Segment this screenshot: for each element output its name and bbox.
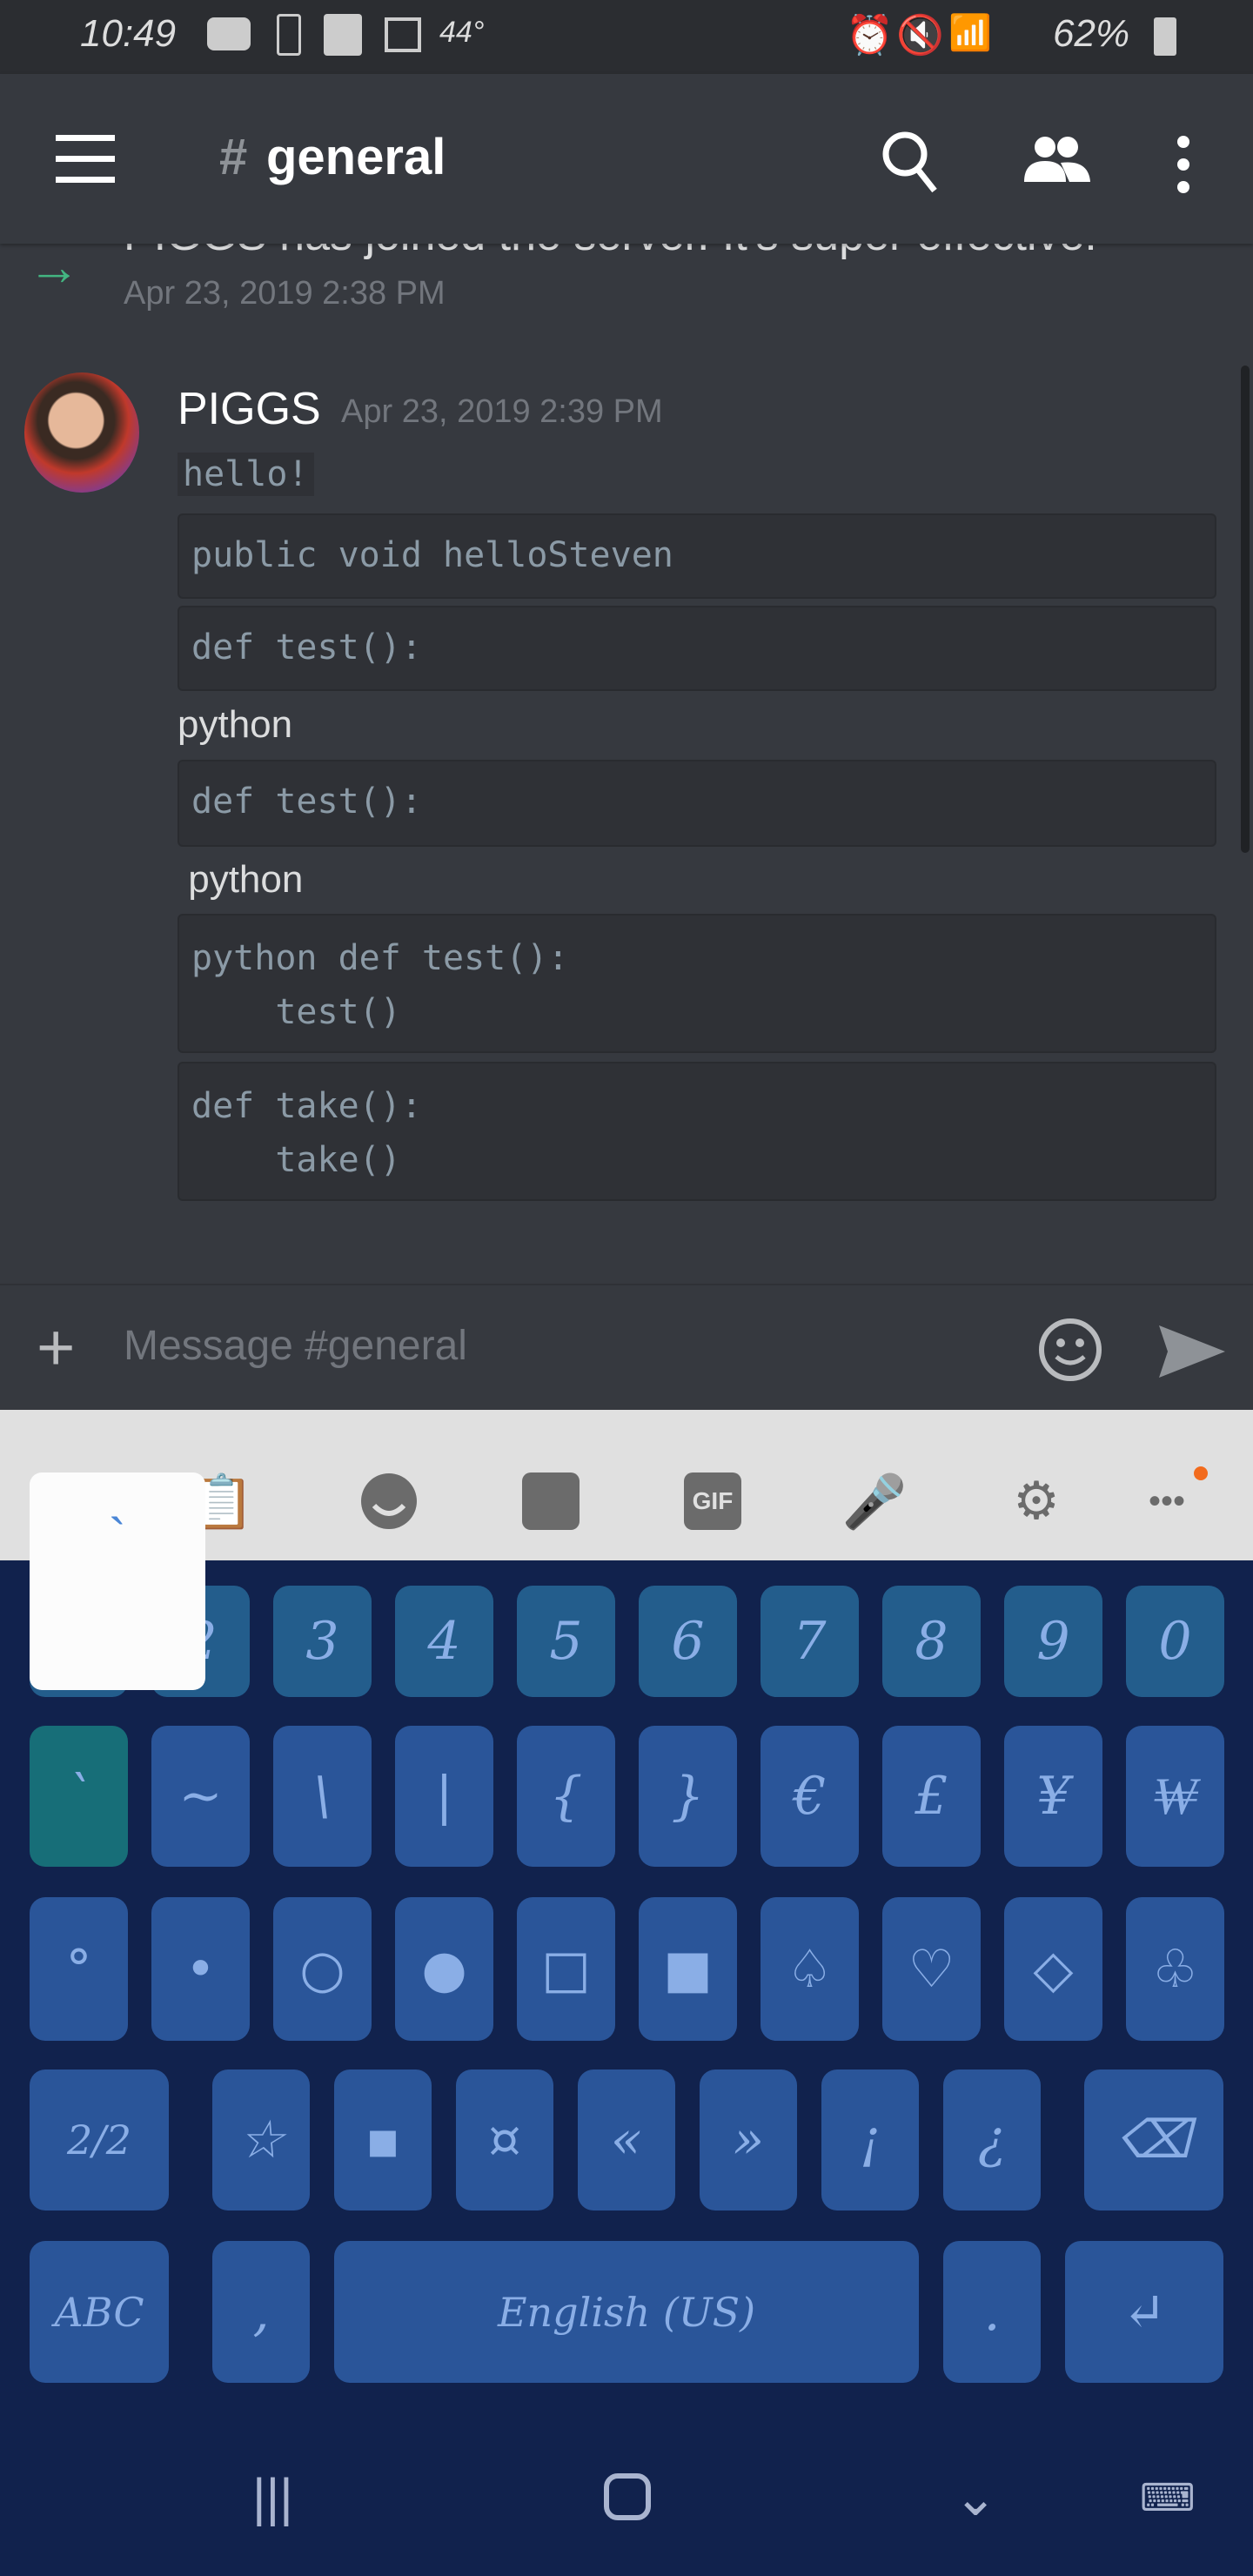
key[interactable]: } xyxy=(639,1726,737,1867)
key[interactable]: ◇ xyxy=(1004,1897,1102,2041)
keyboard-switch-icon[interactable]: ⌨ xyxy=(1140,2476,1196,2520)
sticker-icon[interactable] xyxy=(520,1471,581,1532)
key[interactable]: □ xyxy=(517,1897,615,2041)
scrollbar[interactable] xyxy=(1241,366,1250,853)
key[interactable]: ` xyxy=(30,1726,128,1867)
space-key[interactable]: English (US) xyxy=(334,2241,919,2383)
key[interactable]: ☆ xyxy=(212,2070,310,2210)
key[interactable]: ● xyxy=(395,1897,493,2041)
weather-temp: 44° xyxy=(439,16,485,49)
key[interactable]: ♧ xyxy=(1126,1897,1224,2041)
clock: 10:49 xyxy=(80,12,177,55)
key[interactable]: 3 xyxy=(273,1586,372,1697)
key[interactable]: 5 xyxy=(517,1586,615,1697)
key[interactable]: € xyxy=(761,1726,859,1867)
key[interactable]: ₩ xyxy=(1126,1726,1224,1867)
key[interactable]: ■ xyxy=(639,1897,737,2041)
settings-icon[interactable]: ⚙ xyxy=(1006,1471,1067,1532)
mute-icon: 🔇 xyxy=(896,14,944,57)
key[interactable]: » xyxy=(700,2070,797,2210)
key[interactable]: ABC xyxy=(30,2241,169,2383)
members-icon[interactable] xyxy=(1022,133,1092,185)
key[interactable]: ¥ xyxy=(1004,1726,1102,1867)
channel-title: general xyxy=(266,129,446,185)
key[interactable]: ¤ xyxy=(456,2070,553,2210)
key-preview-popup: ` xyxy=(30,1472,205,1690)
key[interactable]: | xyxy=(395,1726,493,1867)
emoji-icon[interactable] xyxy=(1037,1317,1103,1383)
menu-icon[interactable] xyxy=(56,135,115,184)
key[interactable]: ♡ xyxy=(882,1897,981,2041)
key[interactable]: \ xyxy=(273,1726,372,1867)
nba-icon xyxy=(277,14,301,56)
enter-key[interactable]: ↵ xyxy=(1065,2241,1223,2383)
key[interactable]: { xyxy=(517,1726,615,1867)
battery-icon xyxy=(1154,17,1176,56)
gif-button[interactable]: GIF xyxy=(682,1471,743,1532)
status-bar: 10:49 44° ⏰ 🔇 📶 62% xyxy=(0,0,1253,74)
code-block: def test(): xyxy=(178,760,1216,847)
send-icon[interactable] xyxy=(1157,1324,1227,1379)
message-composer: + Message #general xyxy=(0,1284,1253,1410)
key[interactable]: ¡ xyxy=(821,2070,919,2210)
alarm-icon: ⏰ xyxy=(846,14,894,57)
key[interactable]: 7 xyxy=(761,1586,859,1697)
channel-header: # general xyxy=(0,74,1253,244)
code-block: python def test(): test() xyxy=(178,914,1216,1053)
key[interactable]: £ xyxy=(882,1726,981,1867)
microphone-icon[interactable]: 🎤 xyxy=(842,1471,908,1532)
more-icon[interactable]: ••• xyxy=(1136,1471,1197,1532)
key[interactable]: . xyxy=(943,2241,1041,2383)
hash-icon: # xyxy=(219,129,248,185)
key[interactable]: 6 xyxy=(639,1586,737,1697)
key[interactable]: 2/2 xyxy=(30,2070,169,2210)
backspace-key[interactable]: ⌫ xyxy=(1084,2070,1223,2210)
key[interactable]: ○ xyxy=(273,1897,372,2041)
join-arrow-icon: → xyxy=(28,238,80,296)
search-icon[interactable] xyxy=(879,126,940,196)
bible-icon xyxy=(324,14,362,56)
message-list[interactable]: → PIGGS has joined the server. It's supe… xyxy=(0,200,1253,1284)
code-block: def take(): take() xyxy=(178,1062,1216,1201)
wifi-icon: 📶 xyxy=(948,14,992,52)
avatar[interactable] xyxy=(24,372,139,493)
key-preview-char: ` xyxy=(109,1508,126,1566)
emoji-keyboard-icon[interactable] xyxy=(358,1471,419,1532)
inline-code: hello! xyxy=(178,453,314,496)
join-timestamp: Apr 23, 2019 2:38 PM xyxy=(124,275,446,312)
overflow-menu-icon[interactable] xyxy=(1175,135,1192,196)
code-block: public void helloSteven xyxy=(178,513,1216,599)
message-text: python xyxy=(178,703,293,746)
keyboard xyxy=(0,1560,1253,2576)
battery-percent: 62% xyxy=(1053,12,1130,55)
key[interactable]: 8 xyxy=(882,1586,981,1697)
recent-apps-button[interactable]: ||| xyxy=(252,2467,293,2527)
key[interactable]: ° xyxy=(30,1897,128,2041)
key[interactable]: ♤ xyxy=(761,1897,859,2041)
key[interactable]: , xyxy=(212,2241,310,2383)
key[interactable]: 4 xyxy=(395,1586,493,1697)
key[interactable]: 9 xyxy=(1004,1586,1102,1697)
message-text: python xyxy=(178,858,304,901)
message-input[interactable]: Message #general xyxy=(124,1322,467,1370)
notification-dot xyxy=(1194,1466,1208,1480)
image-icon xyxy=(385,17,421,52)
youtube-icon xyxy=(207,17,251,50)
key[interactable]: ¿ xyxy=(943,2070,1041,2210)
key[interactable]: ~ xyxy=(151,1726,250,1867)
message-timestamp: Apr 23, 2019 2:39 PM xyxy=(341,393,663,430)
key[interactable]: 0 xyxy=(1126,1586,1224,1697)
code-block: def test(): xyxy=(178,606,1216,691)
key[interactable]: « xyxy=(578,2070,675,2210)
author-name[interactable]: PIGGS xyxy=(178,383,321,435)
gif-label: GIF xyxy=(684,1472,741,1530)
plus-icon[interactable]: + xyxy=(37,1310,75,1385)
key[interactable]: • xyxy=(151,1897,250,2041)
key[interactable]: ▪ xyxy=(334,2070,432,2210)
home-button[interactable] xyxy=(604,2473,651,2520)
hide-keyboard-button[interactable]: ⌄ xyxy=(954,2467,997,2528)
